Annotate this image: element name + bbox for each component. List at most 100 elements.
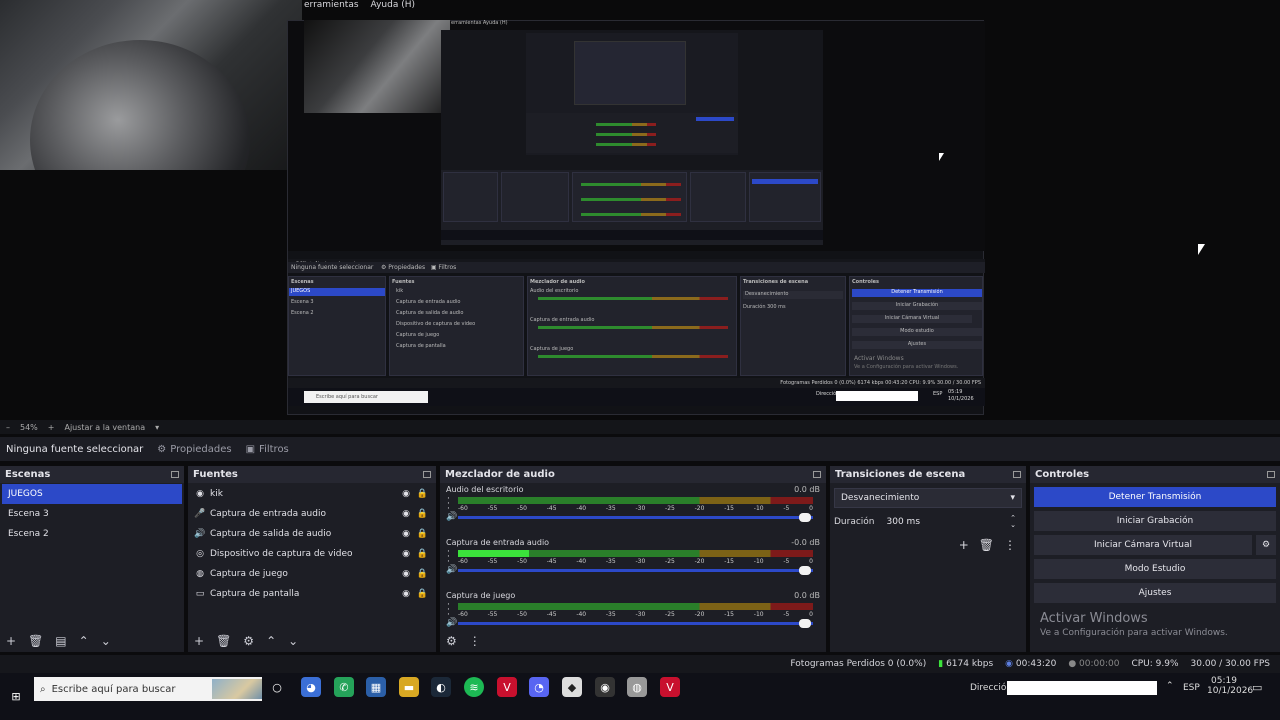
remove-scene-button[interactable]: 🗑 — [28, 634, 43, 648]
volume-slider[interactable] — [458, 619, 813, 628]
undock-icon[interactable] — [171, 471, 179, 478]
lock-icon[interactable]: 🔒 — [417, 489, 428, 499]
meter-scale: -60 -55 -50 -45 -40 -35 -30 -25 -20 -15 -10 -5 0 — [458, 558, 813, 565]
advanced-audio-button[interactable]: ⚙ — [446, 634, 457, 648]
spotify-icon[interactable]: ≋ — [464, 677, 484, 697]
undock-icon[interactable] — [1013, 471, 1021, 478]
lock-icon[interactable]: 🔒 — [417, 549, 428, 559]
add-source-button[interactable]: + — [194, 634, 204, 648]
duration-spinbox[interactable]: 300 ms ⌃ ⌄ — [880, 512, 1022, 532]
scene-item-escena-2[interactable]: Escena 2 — [2, 524, 182, 544]
zoom-out-button[interactable]: – — [6, 423, 10, 432]
move-up-button[interactable]: ⌃ — [79, 634, 89, 648]
fps: 30.00 / 30.00 FPS — [1190, 659, 1270, 669]
preview-canvas[interactable]: – 54% + Ajustar a la ventana ▾ Ninguna f… — [0, 0, 1280, 420]
vivaldi2-icon[interactable]: V — [660, 677, 680, 697]
chevron-down-icon: ▾ — [1010, 493, 1015, 503]
eye-icon[interactable]: ◉ — [402, 529, 410, 539]
channel-menu-icon[interactable]: · · · — [447, 601, 450, 620]
undock-icon[interactable] — [1267, 471, 1275, 478]
volume-slider[interactable] — [458, 513, 813, 522]
zoom-in-button[interactable]: + — [48, 423, 55, 432]
windows-taskbar: ⊞ ⌕ Escribe aquí para buscar ○ ◕ ✆ ▦ ▬ ◐… — [0, 673, 1280, 720]
mixer-menu-button[interactable]: ⋮ — [469, 634, 481, 648]
virtual-camera-settings-button[interactable]: ⚙ — [1256, 535, 1276, 555]
meter-scale: -60 -55 -50 -45 -40 -35 -30 -25 -20 -15 -10 -5 0 — [458, 611, 813, 618]
stop-streaming-button[interactable]: Detener Transmisión — [1034, 487, 1276, 507]
scene-filters-button[interactable]: ▤ — [55, 634, 66, 648]
taskbar-search-box[interactable]: ⌕ Escribe aquí para buscar — [34, 677, 262, 701]
speaker-icon[interactable]: 🔊 — [446, 565, 457, 575]
properties-button[interactable]: ⚙ Propiedades — [157, 444, 231, 455]
lock-icon[interactable]: 🔒 — [417, 509, 428, 519]
eye-icon[interactable]: ◉ — [402, 589, 410, 599]
undock-icon[interactable] — [813, 471, 821, 478]
move-down-button[interactable]: ⌄ — [101, 634, 111, 648]
slider-handle[interactable] — [799, 619, 811, 628]
slider-handle[interactable] — [799, 566, 811, 575]
windows-activation-watermark: Activar Windows Ve a Configuración para … — [1040, 611, 1228, 638]
transition-select[interactable]: Desvanecimiento ▾ — [834, 488, 1022, 508]
discord-icon[interactable]: ◔ — [529, 677, 549, 697]
eye-icon[interactable]: ◉ — [402, 489, 410, 499]
chevron-down-icon[interactable]: ▾ — [155, 423, 159, 432]
sources-dock: Fuentes ◉ kik ◉ 🔒 🎤 Captura de entrada au… — [188, 466, 436, 652]
scene-item-juegos[interactable]: JUEGOS — [2, 484, 182, 504]
source-item[interactable]: ◉ kik ◉ 🔒 — [188, 484, 436, 504]
obs-icon[interactable]: ◉ — [595, 677, 615, 697]
calculator-icon[interactable]: ▦ — [366, 677, 386, 697]
whatsapp-icon[interactable]: ✆ — [334, 677, 354, 697]
source-item[interactable]: ◎ Dispositivo de captura de video ◉ 🔒 — [188, 544, 436, 564]
tick-label: -20 — [694, 505, 705, 512]
filters-button[interactable]: ▣ Filtros — [246, 444, 289, 455]
windows-start-icon[interactable]: ⊞ — [6, 686, 26, 706]
transition-menu-button[interactable]: ⋮ — [1004, 538, 1016, 552]
speaker-icon[interactable]: 🔊 — [446, 618, 457, 628]
eye-icon[interactable]: ◉ — [402, 509, 410, 519]
eye-icon[interactable]: ◉ — [402, 569, 410, 579]
steam-icon[interactable]: ◐ — [431, 677, 451, 697]
channel-menu-icon[interactable]: · · · — [447, 495, 450, 514]
remove-transition-button[interactable]: 🗑 — [979, 538, 994, 552]
move-down-button[interactable]: ⌄ — [288, 634, 298, 648]
tray-chevron-icon[interactable]: ⌃ — [1166, 681, 1174, 691]
add-scene-button[interactable]: + — [6, 634, 16, 648]
source-item[interactable]: ◍ Captura de juego ◉ 🔒 — [188, 564, 436, 584]
app2-icon[interactable]: ◍ — [627, 677, 647, 697]
lock-icon[interactable]: 🔒 — [417, 529, 428, 539]
file-explorer-icon[interactable]: ▬ — [399, 677, 419, 697]
camera-icon: ◎ — [196, 549, 204, 559]
start-recording-button[interactable]: Iniciar Grabación — [1034, 511, 1276, 531]
chrome-icon[interactable]: ◕ — [301, 677, 321, 697]
language-indicator[interactable]: ESP — [1183, 683, 1200, 693]
source-item[interactable]: 🔊 Captura de salida de audio ◉ 🔒 — [188, 524, 436, 544]
notifications-icon[interactable]: ▭ — [1252, 681, 1262, 694]
vivaldi-icon[interactable]: V — [497, 677, 517, 697]
settings-button[interactable]: Ajustes — [1034, 583, 1276, 603]
studio-mode-button[interactable]: Modo Estudio — [1034, 559, 1276, 579]
add-transition-button[interactable]: + — [959, 538, 969, 552]
app-icon[interactable]: ◆ — [562, 677, 582, 697]
undock-icon[interactable] — [423, 471, 431, 478]
tick-label: -20 — [694, 558, 705, 565]
task-view-icon[interactable]: ○ — [267, 677, 287, 697]
fit-window-label[interactable]: Ajustar a la ventana — [64, 423, 145, 432]
lock-icon[interactable]: 🔒 — [417, 569, 428, 579]
meter-scale: -60 -55 -50 -45 -40 -35 -30 -25 -20 -15 -10 -5 0 — [458, 505, 813, 512]
move-up-button[interactable]: ⌃ — [266, 634, 276, 648]
source-properties-button[interactable]: ⚙ — [243, 634, 254, 648]
remove-source-button[interactable]: 🗑 — [216, 634, 231, 648]
webcam-feed — [0, 0, 302, 170]
address-input[interactable] — [1007, 681, 1157, 695]
volume-slider[interactable] — [458, 566, 813, 575]
source-item[interactable]: ▭ Captura de pantalla ◉ 🔒 — [188, 584, 436, 604]
scene-item-escena-3[interactable]: Escena 3 — [2, 504, 182, 524]
start-virtual-camera-button[interactable]: Iniciar Cámara Virtual — [1034, 535, 1252, 555]
source-item[interactable]: 🎤 Captura de entrada audio ◉ 🔒 — [188, 504, 436, 524]
lock-icon[interactable]: 🔒 — [417, 589, 428, 599]
channel-menu-icon[interactable]: · · · — [447, 548, 450, 567]
slider-handle[interactable] — [799, 513, 811, 522]
eye-icon[interactable]: ◉ — [402, 549, 410, 559]
speaker-icon[interactable]: 🔊 — [446, 512, 457, 522]
clock[interactable]: 05:19 10/1/2026 — [1207, 676, 1253, 696]
